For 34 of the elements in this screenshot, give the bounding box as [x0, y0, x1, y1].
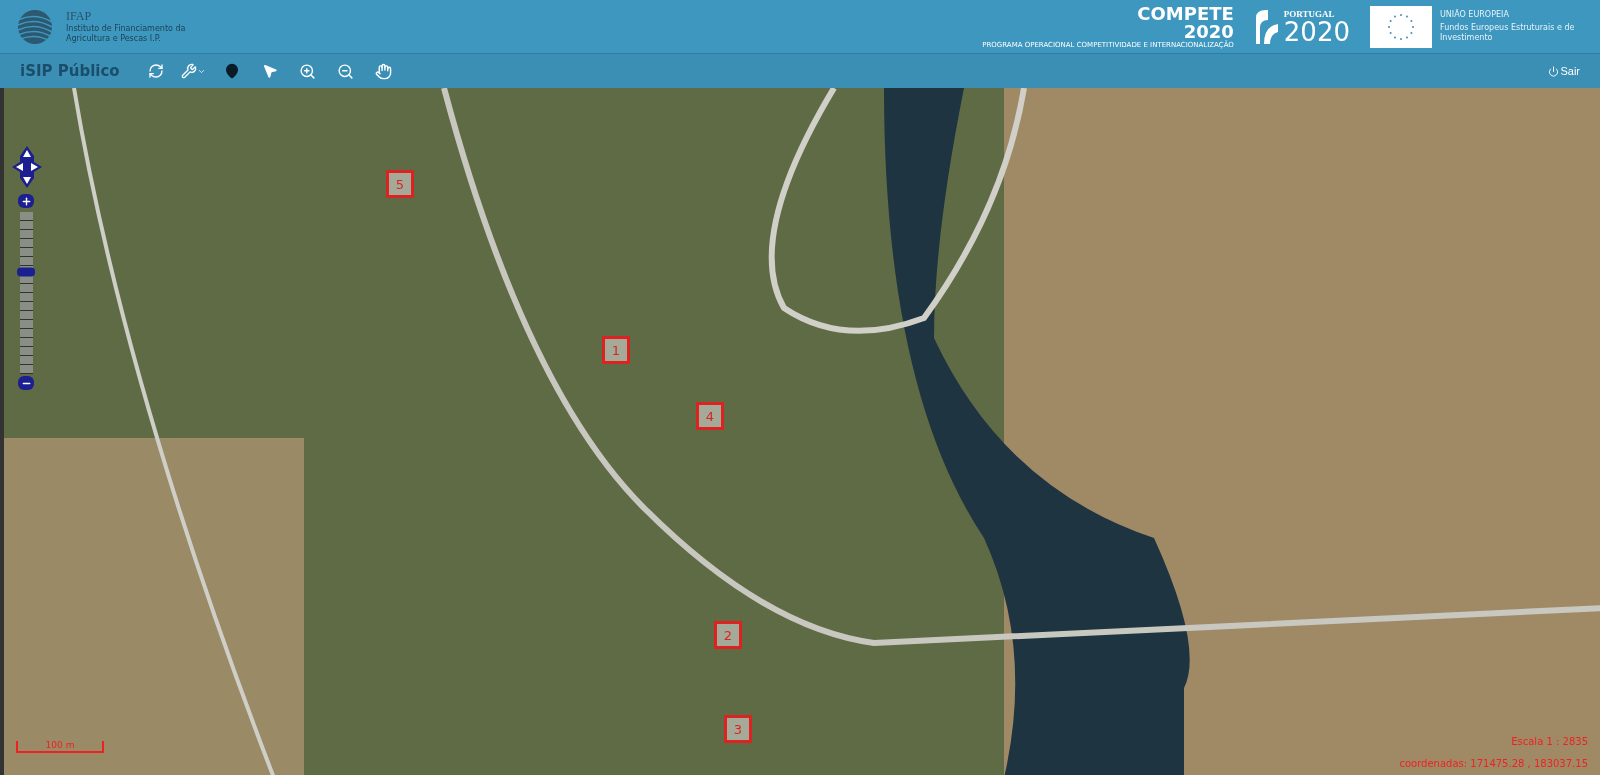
map-pin-icon — [223, 63, 240, 79]
eu-caption: Fundos Europeus Estruturais e de Investimento — [1440, 23, 1576, 43]
wrench-icon — [181, 63, 198, 79]
zoom-in-icon — [299, 62, 317, 80]
app-title: iSIP Público — [20, 62, 120, 80]
refresh-icon — [147, 63, 164, 79]
zoom-slider[interactable] — [20, 212, 33, 374]
portugal-year: 2020 — [1283, 18, 1350, 45]
zoom-out-icon — [337, 62, 355, 80]
hand-icon — [375, 62, 393, 80]
plot-marker[interactable]: 2 — [714, 621, 742, 649]
portugal-title: PORTUGAL — [1283, 8, 1336, 19]
plus-icon — [20, 195, 32, 207]
zoom-in-button[interactable] — [18, 194, 34, 208]
compete-year: 2020 — [1183, 22, 1234, 41]
zoom-out-button[interactable] — [18, 376, 34, 390]
compete-title: COMPETE — [1137, 4, 1234, 23]
eu-title: UNIÃO EUROPEIA — [1440, 10, 1510, 20]
plot-marker[interactable]: 3 — [724, 715, 752, 743]
plot-marker[interactable]: 5 — [386, 170, 414, 198]
plot-marker[interactable]: 1 — [602, 336, 630, 364]
pointer-icon — [261, 63, 278, 79]
power-icon — [1548, 65, 1560, 77]
logout-button[interactable]: Sair — [1548, 65, 1580, 77]
zoom-slider-thumb[interactable] — [17, 267, 35, 277]
scale-bar: 100 m — [16, 741, 104, 753]
org-name: IFAP — [66, 9, 93, 24]
portugal-logo-icon — [1253, 7, 1280, 46]
pan-control-icon[interactable] — [12, 146, 42, 188]
plot-marker[interactable]: 4 — [696, 402, 724, 430]
org-subtitle: Instituto de Financiamento da Agricultura e Pescas I.P. — [66, 24, 187, 44]
scale-text: Escala 1 : 2835 — [1511, 736, 1588, 747]
coordinates-text: coordenadas: 171475.28 , 183037.15 — [1399, 758, 1588, 769]
stars-icon — [1386, 11, 1416, 42]
